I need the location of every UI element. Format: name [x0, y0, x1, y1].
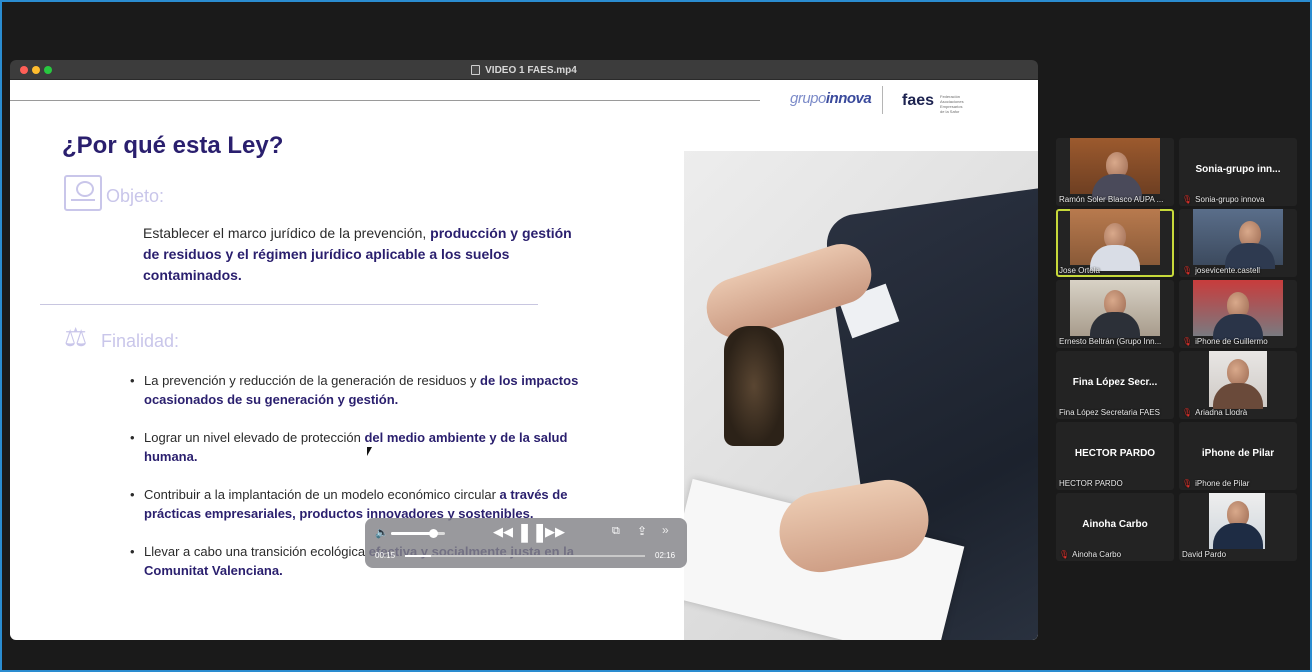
faes-logo-subtitle: Federación Asociaciones Empresarios de l…: [940, 94, 964, 114]
participant-tile-pilar[interactable]: iPhone de Pilar 🎙 iPhone de Pilar: [1179, 422, 1297, 490]
presentation-slide: grupoinnova faes Federación Asociaciones…: [10, 80, 1038, 640]
scales-icon: ⚖: [64, 322, 88, 352]
header-rule: [10, 100, 760, 101]
participant-name: Fina López Secretaria FAES: [1059, 408, 1160, 417]
certificate-icon: [64, 175, 102, 211]
objeto-text-normal: Establecer el marco jurídico de la preve…: [143, 225, 427, 241]
muted-mic-icon: 🎙: [1182, 266, 1193, 275]
participant-name: Ramón Soler Blasco AUPA ...: [1059, 195, 1164, 204]
participant-name: 🎙 iPhone de Pilar: [1182, 479, 1250, 488]
participant-tile-ernesto[interactable]: Ernesto Beltrán (Grupo Inn...: [1056, 280, 1174, 348]
pause-button[interactable]: ❚❚: [517, 522, 547, 543]
rewind-button[interactable]: ◀◀: [493, 524, 513, 540]
grupo-innova-logo: grupoinnova: [790, 90, 872, 107]
window-titlebar[interactable]: VIDEO 1 FAES.mp4: [10, 60, 1038, 80]
muted-mic-icon: 🎙: [1059, 550, 1070, 559]
participant-tile-ramon[interactable]: Ramón Soler Blasco AUPA ...: [1056, 138, 1174, 206]
faes-logo: faes: [902, 92, 935, 109]
participant-name: Jose Ortola: [1059, 266, 1100, 275]
meeting-screen: VIDEO 1 FAES.mp4 grupoinnova faes Federa…: [0, 0, 1312, 672]
more-button[interactable]: »: [662, 523, 669, 537]
video-feed: [1070, 209, 1160, 271]
objeto-description: Establecer el marco jurídico de la preve…: [143, 223, 583, 286]
participant-name: 🎙 iPhone de Guillermo: [1182, 337, 1268, 346]
participant-tile-fina[interactable]: Fina López Secr... Fina López Secretaria…: [1056, 351, 1174, 419]
justice-statue-shape: [724, 326, 784, 446]
body-shape: [1090, 312, 1140, 338]
share-button[interactable]: ⇪: [637, 524, 647, 538]
participant-tile-jose[interactable]: Jose Ortola: [1056, 209, 1174, 277]
video-feed: [1209, 351, 1267, 409]
body-shape: [1213, 383, 1263, 409]
participant-tile-josevicente[interactable]: 🎙 josevicente.castell: [1179, 209, 1297, 277]
volume-slider[interactable]: [391, 529, 445, 538]
muted-mic-icon: 🎙: [1182, 479, 1193, 488]
participant-name: 🎙 Ainoha Carbo: [1059, 550, 1122, 559]
participant-name: Ernesto Beltrán (Grupo Inn...: [1059, 337, 1162, 346]
video-feed: [1070, 138, 1160, 200]
participant-tile-hector[interactable]: HECTOR PARDO HECTOR PARDO: [1056, 422, 1174, 490]
volume-level: [391, 532, 434, 535]
participant-tile-ariadna[interactable]: 🎙 Ariadna Llodrà: [1179, 351, 1297, 419]
justice-photo: [684, 151, 1038, 640]
video-feed: [1209, 493, 1265, 549]
video-player-window[interactable]: VIDEO 1 FAES.mp4 grupoinnova faes Federa…: [10, 60, 1038, 640]
video-feed: [1193, 209, 1283, 269]
slide-title: ¿Por qué esta Ley?: [62, 132, 284, 159]
participant-tile-sonia[interactable]: Sonia-grupo inn... 🎙 Sonia-grupo innova: [1179, 138, 1297, 206]
total-time: 02:16: [655, 551, 676, 560]
finalidad-heading: Finalidad:: [101, 331, 180, 351]
participant-tile-ainoha[interactable]: Ainoha Carbo 🎙 Ainoha Carbo: [1056, 493, 1174, 561]
volume-knob[interactable]: [429, 529, 439, 538]
participant-name: 🎙 Sonia-grupo innova: [1182, 195, 1265, 204]
muted-mic-icon: 🎙: [1182, 195, 1193, 204]
face-shape: [1227, 359, 1249, 385]
logo-divider: [882, 86, 883, 114]
volume-icon[interactable]: 🔈: [375, 527, 389, 539]
participant-tile-david[interactable]: David Pardo: [1179, 493, 1297, 561]
participant-display-name: Sonia-grupo inn...: [1195, 164, 1281, 175]
participant-display-name: Fina López Secr...: [1072, 377, 1158, 388]
muted-mic-icon: 🎙: [1182, 337, 1193, 346]
window-title-group: VIDEO 1 FAES.mp4: [10, 60, 1038, 80]
current-time: 00:15: [375, 551, 396, 560]
list-item: La prevención y reducción de la generaci…: [130, 372, 590, 409]
fast-forward-button[interactable]: ▶▶: [545, 524, 565, 540]
participant-display-name: HECTOR PARDO: [1074, 448, 1156, 459]
objeto-heading: Objeto:: [106, 186, 165, 206]
muted-mic-icon: 🎙: [1182, 408, 1193, 417]
progress-fill: [405, 555, 432, 557]
participant-display-name: Ainoha Carbo: [1082, 519, 1148, 530]
section-divider: [40, 304, 538, 305]
picture-in-picture-button[interactable]: ⧉: [612, 525, 620, 538]
progress-bar[interactable]: [405, 555, 645, 557]
participant-name: 🎙 josevicente.castell: [1182, 266, 1261, 275]
participant-tile-guillermo[interactable]: 🎙 iPhone de Guillermo: [1179, 280, 1297, 348]
mouse-pointer-icon: [367, 447, 372, 456]
video-feed: [1193, 280, 1283, 340]
participant-name: David Pardo: [1182, 550, 1227, 559]
window-title: VIDEO 1 FAES.mp4: [485, 64, 577, 76]
participant-name: 🎙 Ariadna Llodrà: [1182, 408, 1248, 417]
playback-controls[interactable]: 🔈 ◀◀ ❚❚ ▶▶ ⧉ ⇪ » 00:15 02:16: [365, 518, 687, 568]
video-feed: [1070, 280, 1160, 338]
participant-display-name: iPhone de Pilar: [1201, 448, 1275, 459]
participant-name: HECTOR PARDO: [1059, 479, 1123, 488]
body-shape: [1213, 523, 1263, 549]
video-file-icon: [471, 65, 481, 75]
list-item: Lograr un nivel elevado de protección de…: [130, 429, 590, 466]
